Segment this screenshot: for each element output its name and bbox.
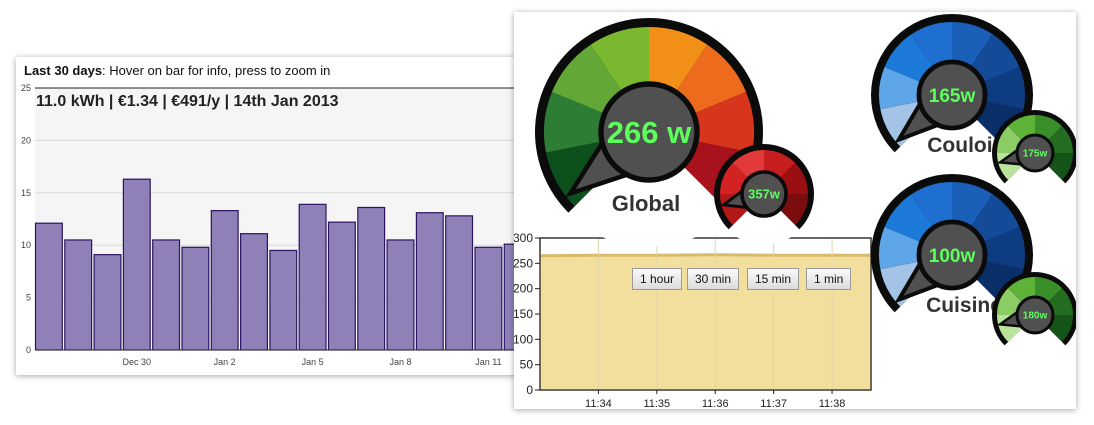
y-tick-label: 50 [520,358,534,372]
bar[interactable] [357,206,386,351]
gauge-cuisine-value: 100w [929,246,976,267]
x-tick-label: 11:38 [819,398,846,409]
bar[interactable] [269,249,298,351]
range-button-15-min[interactable]: 15 min [747,268,800,290]
live-power-panel: 0 50 100 150 200 250 300 11:34 11:35 11:36 11:37 11… [514,12,1076,409]
bar[interactable] [415,212,444,351]
gauge-couloir-value: 165w [929,86,976,107]
bar[interactable] [327,221,356,351]
x-tick-label: 11:34 [585,398,612,409]
range-button-1-hour[interactable]: 1 hour [632,268,683,290]
y-tick-label: 10 [21,240,31,250]
bar[interactable] [122,178,151,351]
y-tick-label: 20 [21,135,31,145]
power-gauges-and-graph: 0 50 100 150 200 250 300 11:34 11:35 11:36 11:37 11… [514,14,1076,409]
bar[interactable] [93,254,122,351]
bar[interactable] [210,210,239,351]
y-tick-label: 100 [514,332,533,346]
gauge-cuisine-label: Cuisine [926,294,1002,317]
gauge-cuisine-small: 180w [992,272,1076,359]
y-tick-label: 5 [26,293,31,303]
bar[interactable] [152,239,181,351]
y-tick-label: 200 [514,282,533,296]
bar[interactable] [240,233,269,351]
y-tick-label: 250 [514,256,533,270]
bar[interactable] [34,222,63,351]
y-tick-label: 0 [26,345,31,355]
bar[interactable] [386,239,415,351]
y-tick-label: 300 [514,231,533,245]
gauge-global-value: 266 w [607,115,692,150]
range-button-30-min[interactable]: 30 min [687,268,740,290]
bar-info-text: 11.0 kWh | €1.34 | €491/y | 14th Jan 201… [36,93,339,110]
x-tick-label: Dec 30 [123,357,152,367]
y-tick-label: 0 [526,383,533,397]
gauge-global-small: 357w [714,144,814,245]
y-tick-label: 150 [514,307,533,321]
y-tick-label: 15 [21,188,31,198]
power-line [539,253,871,258]
gauge-cuisine-small-value: 180w [1023,311,1048,322]
daily-usage-bar-chart[interactable]: 0 5 10 15 20 25 11.0 kWh | €1.34 | €491/y | 14… [16,57,529,375]
x-tick-label: Jan 11 [475,357,501,367]
range-button-1-min[interactable]: 1 min [806,268,852,290]
bar[interactable] [445,215,474,351]
gauge-couloir-small: 175w [992,110,1076,197]
x-tick-label: Jan 8 [389,357,411,367]
daily-usage-panel: Last 30 days: Hover on bar for info, pre… [16,57,529,375]
x-tick-label: 11:35 [643,398,670,409]
bar[interactable] [64,239,93,351]
y-tick-label: 25 [21,83,31,93]
gauge-couloir-label: Couloir [927,134,1001,157]
bar[interactable] [474,246,503,351]
gauge-global-label: Global [612,191,680,216]
bar[interactable] [181,246,210,351]
gauge-global-small-value: 357w [748,187,781,202]
gauge-couloir-small-value: 175w [1023,149,1048,160]
x-tick-label: 11:36 [702,398,729,409]
bar[interactable] [298,203,327,351]
x-tick-label: Jan 5 [302,357,324,367]
x-tick-label: Jan 2 [214,357,236,367]
x-tick-label: 11:37 [760,398,787,409]
